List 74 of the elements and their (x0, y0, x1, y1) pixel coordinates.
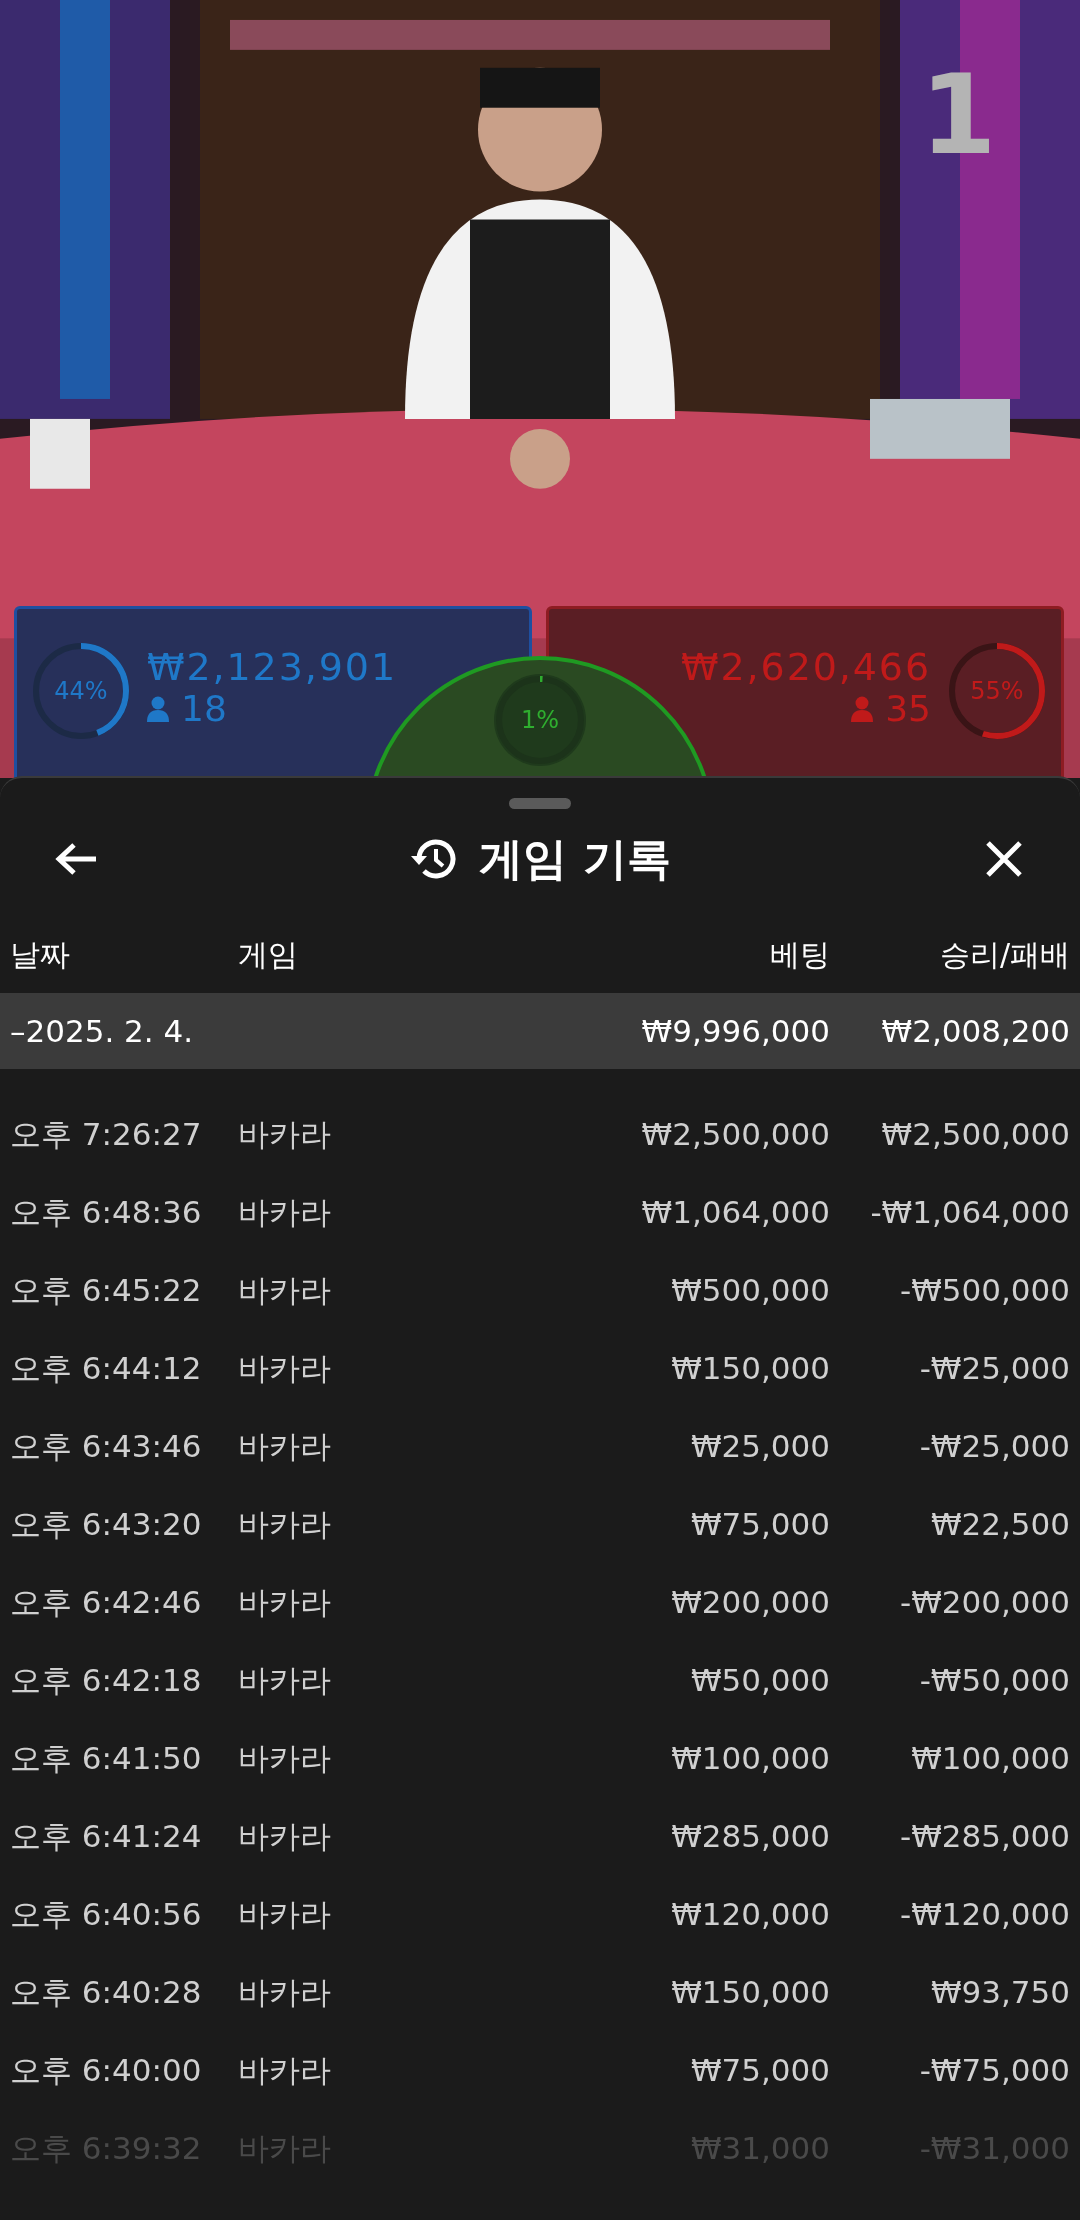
result-total: ₩2,008,200 (880, 1011, 1070, 1051)
result-cell-text: -₩50,000 (918, 1660, 1070, 1700)
game-cell-text: 바카라 (238, 1426, 332, 1466)
game-cell-text: 바카라 (238, 1972, 332, 2012)
bet-cell-text: ₩150,000 (670, 1972, 830, 2012)
game-cell-text: 바카라 (238, 1504, 332, 1544)
result-cell-text: ₩22,500 (929, 1504, 1070, 1544)
bet-cell-text: ₩500,000 (670, 1270, 830, 1310)
time-cell-text: 오후 6:41:50 (10, 1738, 203, 1778)
bet-cell-text: ₩120,000 (670, 1894, 830, 1934)
time-cell-text: 오후 6:45:22 (10, 1270, 203, 1310)
time-cell-text: 오후 6:44:12 (10, 1348, 203, 1388)
result-cell-text: ₩93,750 (929, 1972, 1070, 2012)
result-cell-text: -₩25,000 (918, 1426, 1070, 1466)
banker-count: 35 (885, 689, 931, 729)
round-number: 1 (920, 60, 997, 170)
close-icon (984, 839, 1024, 879)
bet-cell-text: ₩200,000 (670, 1582, 830, 1622)
result-cell-text: ₩2,500,000 (880, 1114, 1070, 1154)
player-amount: ₩2,123,901 (147, 645, 397, 689)
time-cell-text: 오후 7:26:27 (10, 1114, 203, 1154)
person-icon (851, 696, 874, 722)
tie-percent: 1% (520, 708, 560, 732)
time-cell-text: 오후 6:42:18 (10, 1660, 203, 1700)
game-cell-text: 바카라 (238, 1816, 332, 1856)
game-cell-text: 바카라 (238, 1582, 332, 1622)
bet-cell-text: ₩50,000 (689, 1660, 830, 1700)
back-arrow-icon (54, 841, 98, 877)
column-header: 게임 (238, 935, 299, 974)
bet-cell-text: ₩2,500,000 (640, 1114, 830, 1154)
game-cell-text: 바카라 (238, 1894, 332, 1934)
bet-cell-text: ₩285,000 (670, 1816, 830, 1856)
time-cell-text: 오후 6:41:24 (10, 1816, 203, 1856)
game-cell-text: 바카라 (238, 1660, 332, 1700)
player-percent: 44% (54, 679, 108, 703)
date-group-row[interactable]: –2025. 2. 4. ₩9,996,000 ₩2,008,200 (0, 993, 1080, 1069)
game-cell-text: 바카라 (238, 1738, 332, 1778)
bet-cell-text: ₩1,064,000 (640, 1192, 830, 1232)
date-cell-text: –2025. 2. 4. (10, 1011, 195, 1051)
bet-cell-text: ₩75,000 (689, 1504, 830, 1544)
time-cell-text: 오후 6:43:46 (10, 1426, 203, 1466)
result-cell-text: -₩1,064,000 (869, 1192, 1070, 1232)
banker-percent: 55% (970, 679, 1024, 703)
time-cell-text: 오후 6:42:46 (10, 1582, 203, 1622)
player-count: 18 (181, 689, 227, 729)
banker-amount: ₩2,620,466 (681, 645, 931, 689)
column-header: 베팅 (769, 935, 830, 974)
game-cell-text: 바카라 (238, 1192, 332, 1232)
column-header: 날짜 (10, 935, 71, 974)
result-cell-text: -₩75,000 (918, 2050, 1070, 2090)
bet-total: ₩9,996,000 (640, 1011, 830, 1051)
time-cell-text: 오후 6:43:20 (10, 1504, 203, 1544)
time-cell-text: 오후 6:40:28 (10, 1972, 203, 2012)
time-cell-text: 오후 6:40:56 (10, 1894, 203, 1934)
result-cell-text: -₩200,000 (898, 1582, 1070, 1622)
result-cell-text: -₩120,000 (898, 1894, 1070, 1934)
column-header: 승리/패배 (938, 935, 1070, 974)
game-cell-text: 바카라 (238, 2050, 332, 2090)
game-cell-text: 바카라 (238, 1270, 332, 1310)
game-cell-text: 바카라 (238, 1348, 332, 1388)
bet-cell-text: ₩150,000 (670, 1348, 830, 1388)
drag-handle[interactable] (509, 798, 571, 809)
bet-cell-text: ₩25,000 (689, 1426, 830, 1466)
bet-cell-text: ₩100,000 (670, 1738, 830, 1778)
time-cell-text: 오후 6:40:00 (10, 2050, 203, 2090)
result-cell-text: -₩25,000 (918, 1348, 1070, 1388)
bet-cell-text: ₩75,000 (689, 2050, 830, 2090)
result-cell-text: ₩100,000 (910, 1738, 1070, 1778)
result-cell-text: -₩500,000 (898, 1270, 1070, 1310)
time-cell-text: 오후 6:48:36 (10, 1192, 203, 1232)
person-icon (147, 696, 169, 722)
game-cell-text: 바카라 (238, 1114, 332, 1154)
result-cell-text: -₩285,000 (898, 1816, 1070, 1856)
sheet-title: 게임 기록 (479, 832, 671, 886)
